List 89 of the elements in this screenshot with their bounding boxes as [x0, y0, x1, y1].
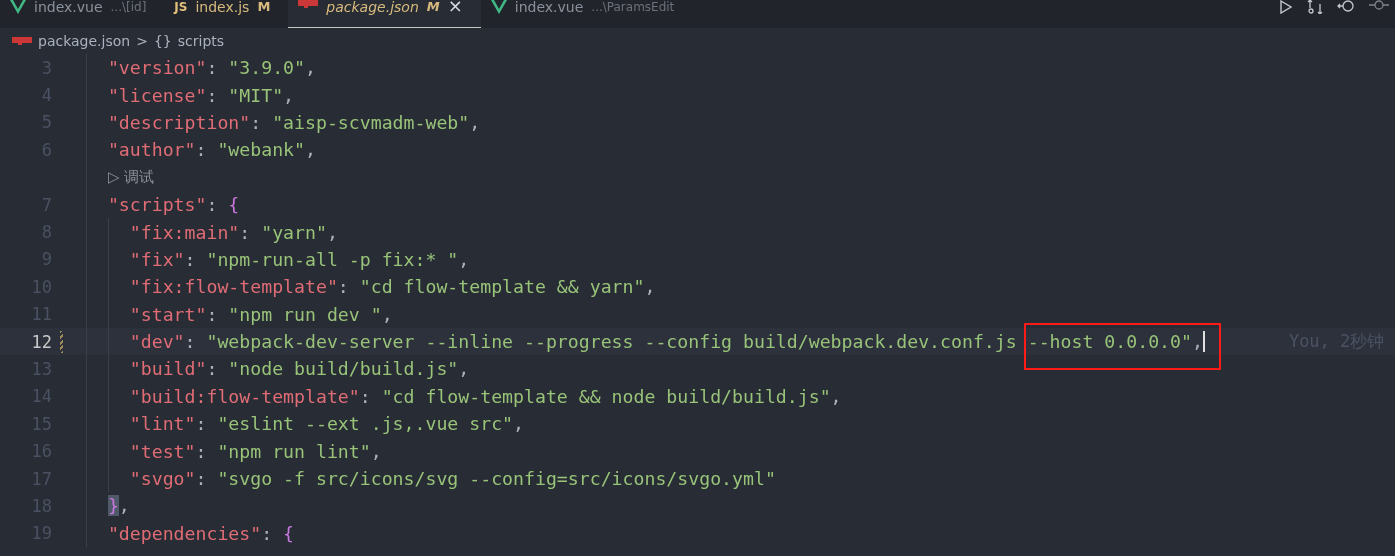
- code-token: :: [195, 468, 208, 490]
- code-token: :: [261, 522, 274, 544]
- code-token: ,: [118, 495, 130, 517]
- code-token: ,: [381, 303, 393, 325]
- code-token: :: [250, 111, 263, 133]
- code-token: "svgo": [129, 468, 196, 490]
- code-token: ,: [644, 276, 656, 298]
- code-token: :: [195, 440, 208, 462]
- code-token: :: [206, 194, 219, 216]
- code-token: ,: [830, 385, 842, 407]
- code-token: "npm-run-all -p fix:* ": [206, 248, 459, 270]
- js-icon: JS: [174, 0, 188, 14]
- code-token: ,: [326, 221, 338, 243]
- code-token: "author": [107, 139, 196, 161]
- code-token: :: [184, 331, 197, 353]
- code-token: "webank": [217, 139, 305, 161]
- code-token: "cd flow-template && node build/build.js": [381, 385, 831, 407]
- code-token: "license": [107, 84, 207, 106]
- code-token: "scripts": [107, 194, 207, 216]
- code-token: ,: [1191, 331, 1203, 353]
- line-number: 12: [30, 331, 52, 352]
- tab-label: package.json: [326, 0, 419, 14]
- code-token: "test": [129, 440, 196, 462]
- code-token: "eslint --ext .js,.vue src": [217, 413, 514, 435]
- code-token: :: [359, 385, 372, 407]
- code-token: "fix": [129, 248, 185, 270]
- code-token: ,: [283, 84, 295, 106]
- code-token: "build:flow-template": [129, 385, 360, 407]
- npm-icon: [12, 37, 32, 45]
- breadcrumb-item[interactable]: package.json: [38, 33, 131, 49]
- code-token: "fix:flow-template": [129, 276, 338, 298]
- code-token: ,: [513, 413, 524, 435]
- code-token: "npm run lint": [217, 440, 371, 462]
- code-token: "yarn": [261, 221, 327, 243]
- code-token: :: [206, 84, 219, 106]
- modified-label: M: [426, 0, 440, 14]
- code-token: "webpack-dev-server --inline --progress --config build/webpack.dev.conf.js: [206, 331, 1018, 353]
- code-token: :: [206, 303, 219, 325]
- code-token: "description": [107, 111, 251, 133]
- go-back-icon[interactable]: [1337, 0, 1355, 14]
- vue-icon: [10, 0, 26, 14]
- code-token: :: [239, 221, 252, 243]
- code-token: ,: [469, 111, 481, 133]
- code-token: "3.9.0": [228, 57, 305, 79]
- editor-tab[interactable]: package.json M ×: [288, 0, 481, 28]
- code-token: }: [107, 495, 119, 517]
- code-token: "node build/build.js": [228, 358, 459, 380]
- code-token: --host 0.0.0.0": [1027, 331, 1192, 353]
- compare-changes-icon[interactable]: [1307, 0, 1323, 14]
- tab-label: index.vue: [34, 0, 103, 14]
- tab-path: ...\[id]: [110, 0, 147, 14]
- breadcrumb-item[interactable]: scripts: [177, 33, 225, 49]
- code-token: "MIT": [228, 84, 284, 106]
- code-token: {: [228, 194, 240, 216]
- code-token: :: [195, 413, 208, 435]
- code-token: "dependencies": [107, 522, 262, 544]
- code-token: ,: [305, 57, 316, 79]
- code-token: :: [337, 276, 350, 298]
- code-token: "version": [107, 57, 207, 79]
- commit-icon[interactable]: [1369, 0, 1389, 12]
- braces-icon: {}: [153, 33, 172, 49]
- code-token: "fix:main": [129, 221, 240, 243]
- code-token: ,: [458, 358, 470, 380]
- code-token: :: [195, 139, 208, 161]
- modified-label: M: [257, 0, 271, 14]
- tab-path: ...\ParamsEdit: [591, 0, 675, 14]
- vue-icon: [490, 0, 507, 14]
- code-token: ,: [305, 139, 316, 161]
- code-token: :: [206, 358, 219, 380]
- code-token: {: [283, 522, 295, 544]
- code-token: "build": [129, 358, 207, 380]
- code-token: :: [184, 248, 197, 270]
- close-icon[interactable]: ×: [447, 0, 463, 12]
- code-token: "aisp-scvmadm-web": [272, 111, 470, 133]
- code-token: "npm run dev ": [228, 303, 382, 325]
- npm-icon: [298, 0, 319, 8]
- code-token: ,: [458, 248, 470, 270]
- chevron-icon: >: [136, 33, 148, 49]
- code-token: "lint": [129, 413, 196, 435]
- tab-label: index.vue: [514, 0, 584, 14]
- code-token: "svgo -f src/icons/svg --config=src/icons/svgo.yml": [217, 468, 776, 490]
- code-token: "dev": [129, 331, 185, 353]
- debug-codelens[interactable]: ▷ 调试: [107, 167, 155, 187]
- code-token: "start": [129, 303, 207, 325]
- code-token: ,: [370, 440, 382, 462]
- code-token: "cd flow-template && yarn": [359, 276, 645, 298]
- run-icon[interactable]: [1279, 0, 1293, 14]
- tab-label: index.js: [195, 0, 250, 14]
- code-token: :: [206, 57, 219, 79]
